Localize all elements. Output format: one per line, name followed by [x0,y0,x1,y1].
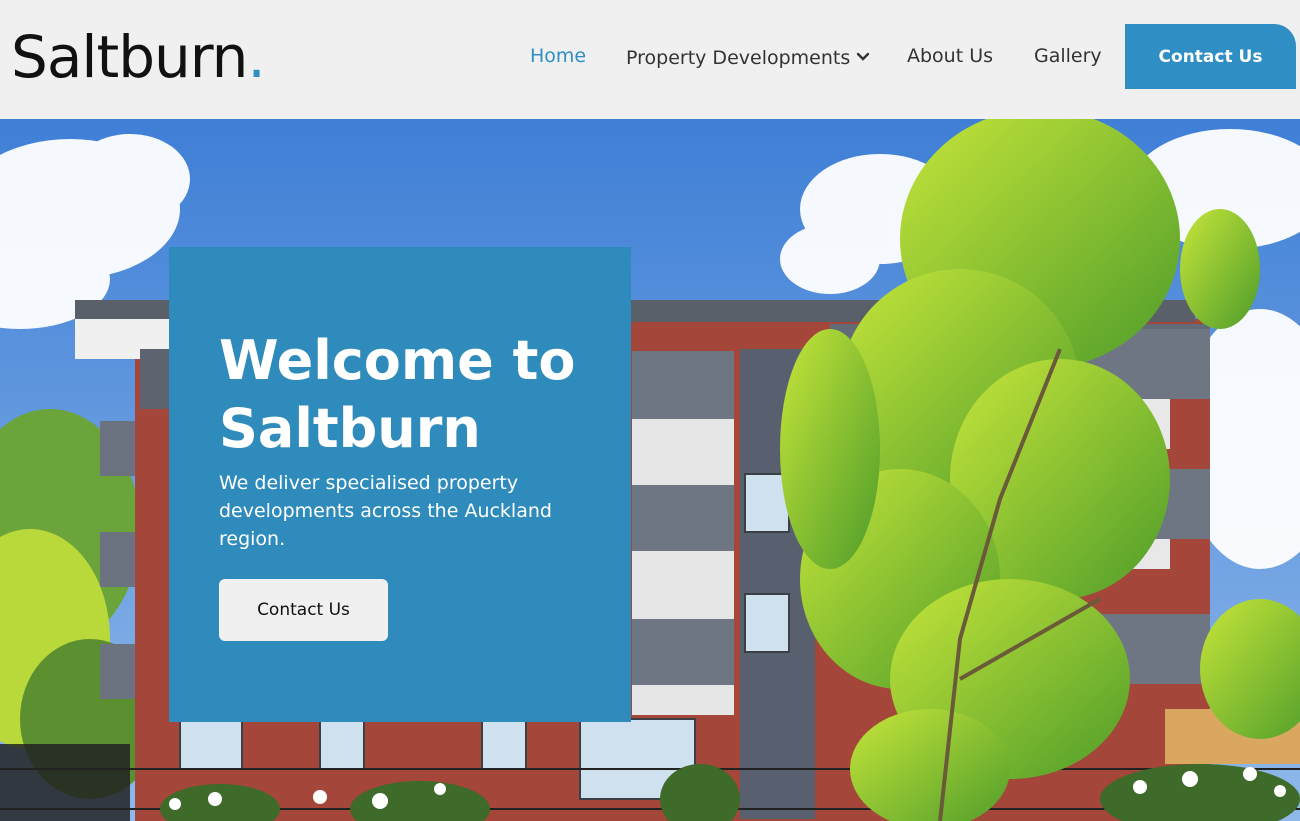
site-header: Saltburn. Home Property Developments Abo… [0,0,1300,119]
nav-home-link[interactable]: Home [530,40,586,72]
hero-section: Welcome to Saltburn We deliver specialis… [0,119,1300,821]
header-contact-us-button[interactable]: Contact Us [1125,24,1296,89]
nav-about-us-link[interactable]: About Us [907,40,993,72]
nav-property-developments-label: Property Developments [626,47,851,69]
chevron-down-icon [856,40,870,72]
logo-dot: . [247,23,265,91]
logo-text: Saltburn [11,23,248,91]
hero-contact-us-button[interactable]: Contact Us [219,579,388,641]
nav-property-developments-link[interactable]: Property Developments [626,40,870,74]
hero-card: Welcome to Saltburn We deliver specialis… [169,247,631,722]
hero-title: Welcome to Saltburn [219,329,576,460]
nav-gallery-link[interactable]: Gallery [1034,40,1102,72]
site-logo[interactable]: Saltburn. [11,22,266,92]
hero-subtitle: We deliver specialised property developm… [219,472,552,550]
